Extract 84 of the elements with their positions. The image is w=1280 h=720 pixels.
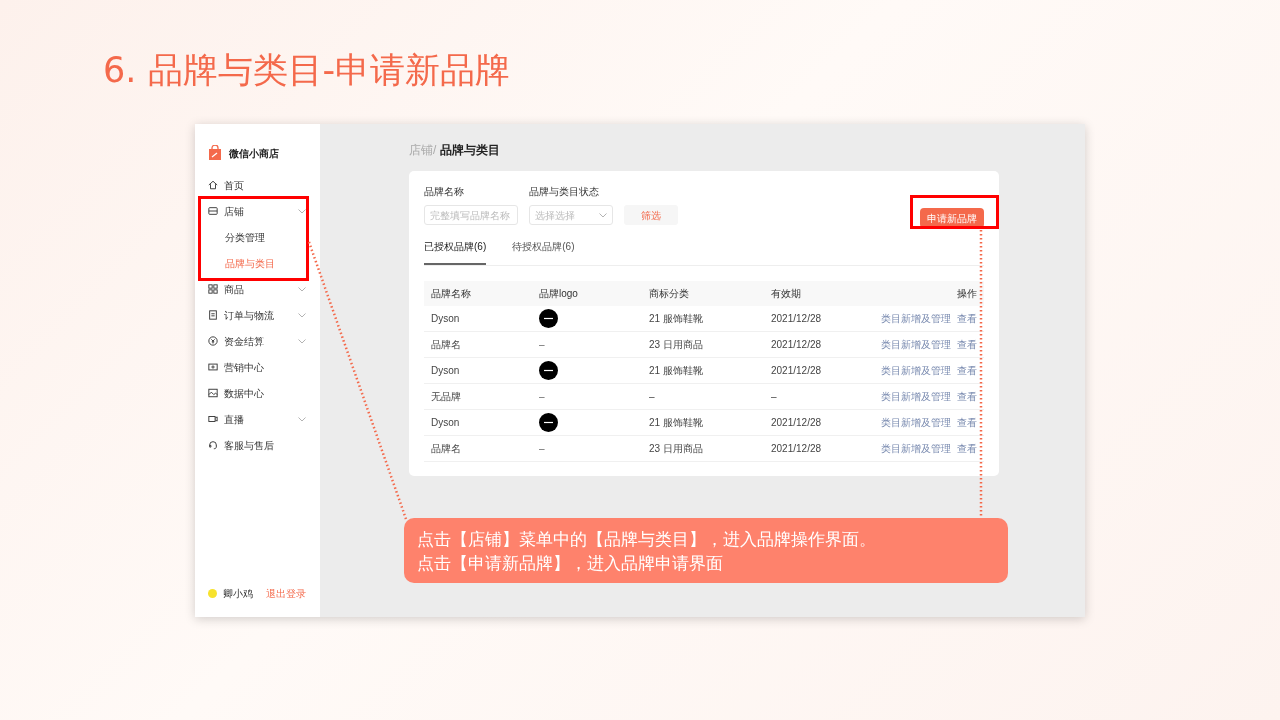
column-header: 操作: [956, 287, 977, 301]
brand-logo-icon: [539, 309, 558, 328]
nav-item[interactable]: 数据中心: [208, 380, 306, 406]
table-cell-text: Dyson: [431, 364, 461, 378]
table-cell-text: 品牌名: [431, 338, 462, 352]
action-link[interactable]: 类目新增及管理: [881, 311, 951, 326]
table-cell-text: 2021/12/28: [771, 442, 823, 456]
nav-item[interactable]: 订单与物流: [208, 302, 306, 328]
table-cell-text: –: [771, 390, 778, 404]
nav-subitem[interactable]: 品牌与类目: [208, 250, 306, 276]
chevron-down-icon: [298, 312, 306, 318]
action-link[interactable]: 查看: [957, 415, 977, 430]
callout-text: 点击【申请新品牌】，进入品牌申请界面: [417, 551, 724, 575]
table-cell-text: 21 服饰鞋靴: [649, 312, 704, 326]
table-cell-text: Dyson: [431, 312, 461, 326]
chevron-down-icon: [298, 208, 306, 214]
table-cell-text: 品牌名: [431, 442, 462, 456]
chevron-down-icon: [298, 286, 306, 292]
ticket-icon: [208, 362, 218, 372]
nav-item[interactable]: 客服与售后: [208, 432, 306, 458]
brand-logo-icon: [539, 361, 558, 380]
action-link[interactable]: 类目新增及管理: [881, 389, 951, 404]
table-cell-text: –: [539, 442, 545, 456]
store-icon: [208, 206, 218, 216]
action-link[interactable]: 查看: [957, 337, 977, 352]
brand-logo-icon: [539, 413, 558, 432]
action-link[interactable]: 类目新增及管理: [881, 337, 951, 352]
action-link[interactable]: 类目新增及管理: [881, 363, 951, 378]
headset-icon: [208, 440, 218, 450]
filter-button[interactable]: 筛选: [624, 205, 678, 225]
table-cell-text: Dyson: [431, 416, 461, 430]
nav-item[interactable]: 商品: [208, 276, 306, 302]
action-link[interactable]: 类目新增及管理: [881, 441, 951, 456]
tab[interactable]: 待授权品牌(6): [512, 236, 575, 265]
column-header: 商标分类: [649, 287, 690, 301]
user-avatar: [208, 588, 217, 598]
filter-label: 品牌与类目状态: [529, 185, 600, 199]
app-logo-text: 微信小商店: [229, 146, 279, 161]
grid-icon: [208, 284, 218, 294]
table-cell-text: 2021/12/28: [771, 364, 823, 378]
slide-title: 6. 品牌与类目-申请新品牌: [103, 49, 512, 92]
table-cell-text: 2021/12/28: [771, 416, 823, 430]
apply-new-brand-button[interactable]: 申请新品牌: [920, 208, 984, 228]
column-header: 品牌logo: [539, 287, 579, 301]
nav-item[interactable]: 资金结算: [208, 328, 306, 354]
column-header: 有效期: [771, 287, 802, 301]
clipboard-icon: [208, 310, 218, 320]
nav-item[interactable]: 首页: [208, 172, 306, 198]
table-cell-text: –: [539, 338, 545, 352]
table-cell-text: 23 日用商品: [649, 442, 704, 456]
action-link[interactable]: 查看: [957, 389, 977, 404]
status-select[interactable]: 选择选择: [529, 205, 613, 225]
logout-link[interactable]: 退出登录: [266, 585, 306, 601]
coin-icon: [208, 336, 218, 346]
breadcrumb-link[interactable]: 店铺/: [409, 141, 437, 159]
table-cell-text: 无品牌: [431, 390, 462, 404]
nav-item[interactable]: 营销中心: [208, 354, 306, 380]
chevron-down-icon: [298, 416, 306, 422]
table-cell-text: 2021/12/28: [771, 312, 823, 326]
user-name: 卿小鸡: [223, 586, 254, 601]
action-link[interactable]: 查看: [957, 441, 977, 456]
action-link[interactable]: 查看: [957, 363, 977, 378]
nav-item[interactable]: 直播: [208, 406, 306, 432]
table-cell-text: –: [539, 390, 545, 404]
chevron-down-icon: [599, 212, 607, 218]
filter-label: 品牌名称: [424, 185, 465, 199]
table-cell-text: 21 服饰鞋靴: [649, 416, 704, 430]
nav-item[interactable]: 店铺: [208, 198, 306, 224]
page-title: 品牌与类目: [440, 142, 501, 159]
nav-subitem[interactable]: 分类管理: [208, 224, 306, 250]
action-link[interactable]: 类目新增及管理: [881, 415, 951, 430]
table-cell-text: 23 日用商品: [649, 338, 704, 352]
shopping-bag-icon: [208, 145, 223, 161]
callout-text: 点击【店铺】菜单中的【品牌与类目】，进入品牌操作界面。: [417, 527, 877, 551]
table-cell-text: 21 服饰鞋靴: [649, 364, 704, 378]
video-icon: [208, 414, 218, 424]
chevron-down-icon: [298, 338, 306, 344]
table-cell-text: 2021/12/28: [771, 338, 823, 352]
tab[interactable]: 已授权品牌(6): [424, 236, 487, 265]
chart-icon: [208, 388, 218, 398]
action-link[interactable]: 查看: [957, 311, 977, 326]
table-cell-text: –: [649, 390, 656, 404]
home-icon: [208, 180, 218, 190]
column-header: 品牌名称: [431, 287, 472, 301]
